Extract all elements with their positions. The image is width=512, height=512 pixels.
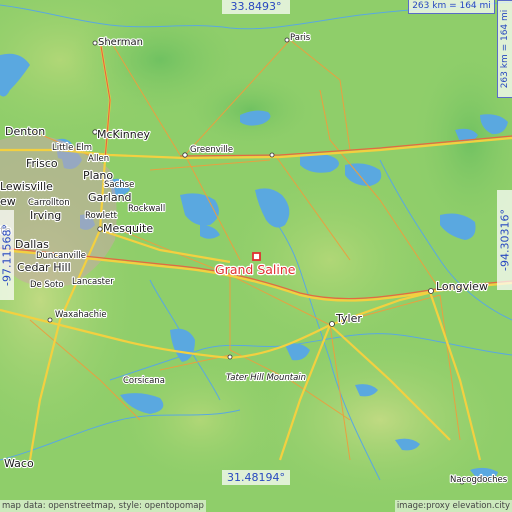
coord-right-label: -94.30316° (498, 209, 511, 271)
city-label-sherman: Sherman (98, 37, 143, 48)
city-label-rowlett: Rowlett (85, 211, 118, 221)
city-label-waco: Waco (4, 457, 34, 470)
city-label-ew: ew (0, 195, 16, 208)
attribution-text: map data: openstreetmap, style: opentopo… (0, 500, 206, 512)
city-label-duncanville: Duncanville (36, 251, 86, 261)
coord-bottom-label: 31.48194° (222, 470, 290, 485)
city-label-allen: Allen (88, 154, 109, 164)
city-label-carrollton: Carrollton (28, 198, 70, 208)
city-label-lewisville: Lewisville (0, 180, 53, 193)
coord-top-label: 33.8493° (222, 0, 290, 14)
city-label-dallas: Dallas (15, 238, 49, 251)
city-label-rockwall: Rockwall (128, 204, 165, 214)
city-label-sachse: Sachse (104, 180, 134, 190)
focus-city-marker[interactable] (252, 252, 261, 261)
map-canvas[interactable]: Sherman Paris Denton McKinney Little Elm… (0, 0, 512, 512)
city-label-mckinney: McKinney (97, 128, 151, 141)
city-label-greenville: Greenville (190, 145, 233, 155)
city-label-de-soto: De Soto (30, 280, 64, 290)
city-label-nacogdoches: Nacogdoches (450, 475, 508, 485)
scale-bar-vertical-label: 263 km = 164 mi (500, 9, 510, 89)
coord-left-label: -97.11568° (0, 224, 14, 286)
city-label-tyler: Tyler (335, 312, 362, 325)
city-label-frisco: Frisco (26, 157, 58, 170)
city-label-little-elm: Little Elm (52, 143, 92, 153)
city-label-corsicana: Corsicana (123, 376, 165, 386)
city-label-denton: Denton (5, 125, 45, 138)
city-label-cedar-hill: Cedar Hill (17, 261, 71, 274)
coord-right-box: -94.30316° (497, 190, 512, 290)
city-label-tater-hill-mountain: Tater Hill Mountain (226, 373, 306, 383)
city-label-mesquite: Mesquite (103, 222, 153, 235)
city-label-waxahachie: Waxahachie (55, 310, 107, 320)
scale-bar-vertical: 263 km = 164 mi (497, 0, 512, 98)
city-label-lancaster: Lancaster (72, 277, 114, 287)
city-label-irving: Irving (30, 209, 61, 222)
city-label-paris: Paris (290, 33, 311, 43)
scale-bar-horizontal: 263 km = 164 mi (408, 0, 495, 14)
city-label-garland: Garland (88, 191, 132, 204)
source-credit-text: image:proxy elevation.city (394, 500, 512, 512)
coord-left-box: -97.11568° (0, 210, 14, 300)
city-label-longview: Longview (436, 280, 488, 293)
focus-city-label: Grand Saline (215, 262, 296, 277)
